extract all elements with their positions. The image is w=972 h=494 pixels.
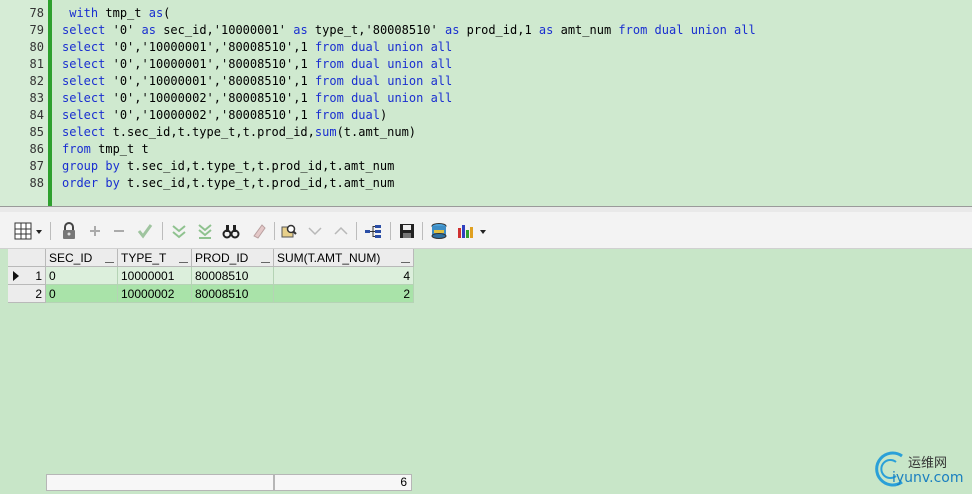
line-number: 86 xyxy=(29,142,44,156)
line-number: 80 xyxy=(29,40,44,54)
add-record-icon[interactable] xyxy=(86,222,104,240)
watermark-title: 运维网 xyxy=(908,456,948,471)
footer-sum-cell: 6 xyxy=(274,474,412,491)
code-text[interactable]: select '0','10000001','80008510',1 from … xyxy=(62,73,452,90)
column-header-label: SEC_ID xyxy=(49,251,93,265)
toolbar-separator xyxy=(50,222,51,240)
footer-empty-cell xyxy=(46,474,274,491)
line-number: 81 xyxy=(29,57,44,71)
code-text[interactable]: select '0','10000002','80008510',1 from … xyxy=(62,107,387,124)
code-line[interactable]: 78 with tmp_t as( xyxy=(0,5,972,22)
grid-cell[interactable]: 0 xyxy=(46,285,118,303)
code-line[interactable]: 81 select '0','10000001','80008510',1 fro… xyxy=(0,56,972,73)
code-line[interactable]: 86 from tmp_t t xyxy=(0,141,972,158)
chart-icon[interactable] xyxy=(456,222,474,240)
code-line[interactable]: 80 select '0','10000001','80008510',1 fro… xyxy=(0,39,972,56)
column-header-label: PROD_ID xyxy=(195,251,249,265)
export-icon[interactable] xyxy=(430,222,448,240)
code-text[interactable]: select '0','10000001','80008510',1 from … xyxy=(62,39,452,56)
dropdown-arrow-icon[interactable] xyxy=(34,222,44,240)
code-line[interactable]: 79 select '0' as sec_id,'10000001' as typ… xyxy=(0,22,972,39)
toolbar-separator xyxy=(162,222,163,240)
grid-cell[interactable]: 10000001 xyxy=(118,267,192,285)
line-number: 79 xyxy=(29,23,44,37)
grid-footer: 6 xyxy=(0,471,972,494)
line-number: 88 xyxy=(29,176,44,190)
column-menu-icon[interactable] xyxy=(179,261,188,263)
current-row-indicator-icon xyxy=(13,271,19,281)
row-number: 2 xyxy=(35,287,42,301)
query-by-example-icon[interactable] xyxy=(280,222,298,240)
watermark: 运维网 iyunv.com xyxy=(868,448,972,490)
grid-corner[interactable] xyxy=(8,249,46,267)
column-menu-icon[interactable] xyxy=(261,261,270,263)
grid-cell[interactable]: 0 xyxy=(46,267,118,285)
toolbar-separator xyxy=(356,222,357,240)
code-text[interactable]: select '0','10000002','80008510',1 from … xyxy=(62,90,452,107)
lock-icon[interactable] xyxy=(60,222,78,240)
line-number: 87 xyxy=(29,159,44,173)
results-toolbar xyxy=(0,212,972,249)
tree-view-icon[interactable] xyxy=(364,222,382,240)
grid-cell[interactable]: 10000002 xyxy=(118,285,192,303)
code-text[interactable]: select t.sec_id,t.type_t,t.prod_id,sum(t… xyxy=(62,124,416,141)
column-menu-icon[interactable] xyxy=(401,261,410,263)
row-header[interactable]: 1 xyxy=(8,267,46,285)
fetch-last-icon[interactable] xyxy=(196,222,214,240)
code-text[interactable]: select '0' as sec_id,'10000001' as type_… xyxy=(62,22,756,39)
column-header-sum-amt-num[interactable]: SUM(T.AMT_NUM) xyxy=(274,249,414,267)
row-header[interactable]: 2 xyxy=(8,285,46,303)
code-line[interactable]: 88 order by t.sec_id,t.type_t,t.prod_id,t… xyxy=(0,175,972,192)
code-line[interactable]: 82 select '0','10000001','80008510',1 fro… xyxy=(0,73,972,90)
grid-cell[interactable]: 2 xyxy=(274,285,414,303)
grid-cell[interactable]: 80008510 xyxy=(192,285,274,303)
code-line[interactable]: 85 select t.sec_id,t.type_t,t.prod_id,sum… xyxy=(0,124,972,141)
column-header-label: SUM(T.AMT_NUM) xyxy=(277,251,381,265)
column-menu-icon[interactable] xyxy=(105,261,114,263)
filter-up-icon[interactable] xyxy=(332,222,350,240)
line-number: 84 xyxy=(29,108,44,122)
line-number: 85 xyxy=(29,125,44,139)
toolbar-separator xyxy=(390,222,391,240)
line-number: 82 xyxy=(29,74,44,88)
line-number: 78 xyxy=(29,6,44,20)
code-line[interactable]: 87 group by t.sec_id,t.type_t,t.prod_id,t… xyxy=(0,158,972,175)
grid-cell[interactable]: 4 xyxy=(274,267,414,285)
code-text[interactable]: with tmp_t as( xyxy=(62,5,170,22)
grid-layout-icon[interactable] xyxy=(14,222,32,240)
clear-icon[interactable] xyxy=(250,222,268,240)
dropdown-arrow-icon[interactable] xyxy=(478,222,488,240)
code-text[interactable]: select '0','10000001','80008510',1 from … xyxy=(62,56,452,73)
toolbar-separator xyxy=(274,222,275,240)
filter-down-icon[interactable] xyxy=(306,222,324,240)
code-text[interactable]: from tmp_t t xyxy=(62,141,149,158)
watermark-url: iyunv.com xyxy=(892,470,964,486)
column-header-type-t[interactable]: TYPE_T xyxy=(118,249,192,267)
results-grid[interactable]: SEC_ID TYPE_T PROD_ID SUM(T.AMT_NUM) 1 0… xyxy=(8,249,972,471)
line-number: 83 xyxy=(29,91,44,105)
post-changes-icon[interactable] xyxy=(136,222,154,240)
find-icon[interactable] xyxy=(222,222,240,240)
grid-cell[interactable]: 80008510 xyxy=(192,267,274,285)
code-text[interactable]: order by t.sec_id,t.type_t,t.prod_id,t.a… xyxy=(62,175,394,192)
column-header-sec-id[interactable]: SEC_ID xyxy=(46,249,118,267)
column-header-prod-id[interactable]: PROD_ID xyxy=(192,249,274,267)
fetch-next-icon[interactable] xyxy=(170,222,188,240)
toolbar-separator xyxy=(422,222,423,240)
code-text[interactable]: group by t.sec_id,t.type_t,t.prod_id,t.a… xyxy=(62,158,394,175)
row-number: 1 xyxy=(35,269,42,283)
save-icon[interactable] xyxy=(398,222,416,240)
sql-editor[interactable]: 78 with tmp_t as(79 select '0' as sec_id,… xyxy=(0,0,972,206)
delete-record-icon[interactable] xyxy=(110,222,128,240)
code-line[interactable]: 83 select '0','10000002','80008510',1 fro… xyxy=(0,90,972,107)
column-header-label: TYPE_T xyxy=(121,251,167,265)
code-line[interactable]: 84 select '0','10000002','80008510',1 fro… xyxy=(0,107,972,124)
